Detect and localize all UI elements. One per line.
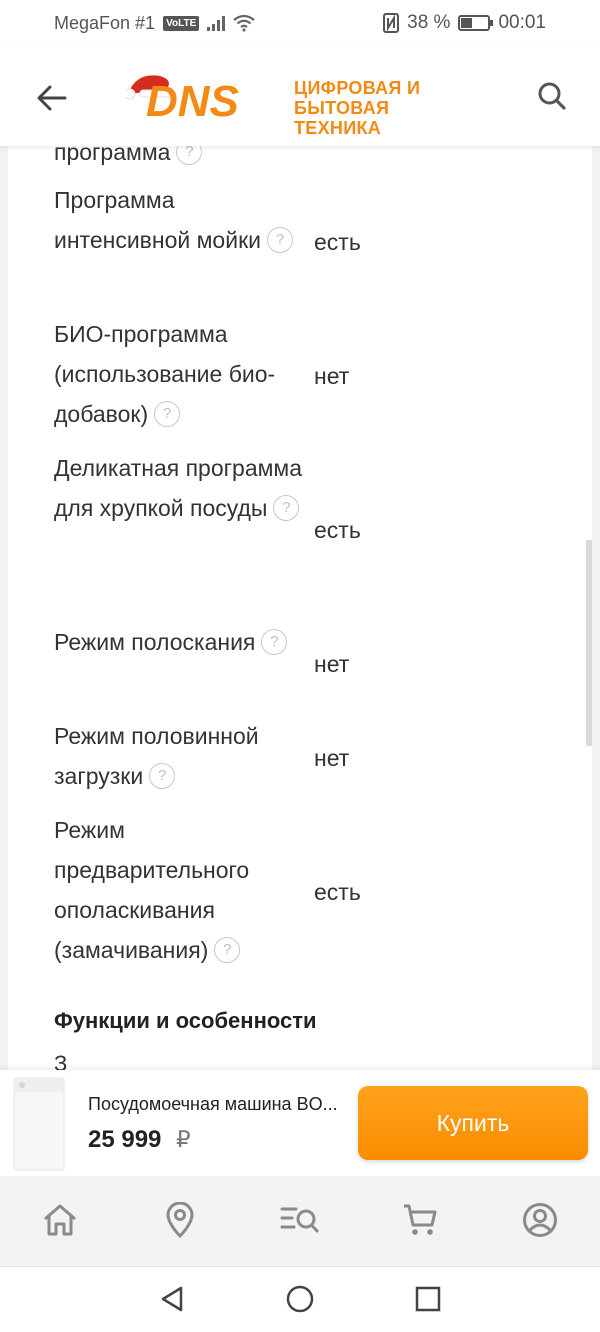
profile-icon (523, 1203, 557, 1237)
spec-value: есть (314, 517, 361, 543)
spec-value: нет (314, 651, 350, 677)
clock: 00:01 (498, 12, 546, 33)
currency-symbol: ₽ (176, 1126, 191, 1152)
home-icon (44, 1204, 76, 1236)
product-name[interactable]: Посудомоечная машина BO... (88, 1094, 352, 1115)
cart-icon (404, 1204, 437, 1235)
nfc-icon (383, 13, 400, 33)
section-next-text: З (54, 1051, 68, 1070)
help-icon[interactable]: ? (261, 628, 288, 655)
back-button[interactable] (30, 76, 74, 120)
product-price: 25 999 (88, 1126, 162, 1153)
spec-name-text: Программа интенсивной мойки (54, 187, 261, 253)
catalog-search-icon (280, 1207, 319, 1233)
search-icon (538, 82, 566, 110)
spec-name: Деликатная программа для хрупкой посуды? (54, 448, 304, 528)
system-back-button[interactable] (156, 1283, 188, 1315)
help-icon[interactable]: ? (154, 400, 181, 427)
system-navigation (0, 1266, 600, 1332)
spec-value: нет (314, 363, 350, 389)
nav-cart[interactable] (400, 1200, 440, 1240)
search-button[interactable] (530, 74, 574, 118)
location-icon (166, 1202, 194, 1238)
spec-value: есть (314, 229, 361, 255)
spec-name: Режим половинной загрузки? (54, 716, 304, 796)
spec-name: Программа интенсивной мойки? (54, 180, 304, 260)
help-icon[interactable]: ? (266, 226, 293, 253)
signal-icon (207, 15, 226, 31)
help-icon[interactable]: ? (149, 762, 176, 789)
nav-shops[interactable] (160, 1200, 200, 1240)
buy-button[interactable]: Купить (358, 1086, 588, 1160)
back-triangle-icon (161, 1286, 183, 1312)
spec-name-text: программа (54, 146, 171, 165)
spec-value: нет (314, 745, 350, 771)
buy-bar: Посудомоечная машина BO... 25 999 ₽ Купи… (0, 1070, 600, 1176)
logo-tagline-line2: БЫТОВАЯ ТЕХНИКА (294, 98, 390, 138)
help-icon[interactable]: ? (214, 936, 241, 963)
system-home-button[interactable] (284, 1283, 316, 1315)
carrier-name: MegaFon #1 (54, 12, 156, 33)
help-icon[interactable]: ? (176, 146, 203, 165)
logo-tagline-line1: ЦИФРОВАЯ И (294, 78, 421, 98)
arrow-left-icon (37, 85, 67, 111)
status-right: 38 % 00:01 (383, 12, 546, 34)
santa-hat-logo-graphic: DNS (126, 75, 239, 124)
status-left: MegaFon #1 VoLTE (54, 13, 255, 34)
nav-profile[interactable] (520, 1200, 560, 1240)
scrollbar-thumb[interactable] (586, 540, 592, 746)
logo-tagline: ЦИФРОВАЯ И БЫТОВАЯ ТЕХНИКА (294, 78, 476, 138)
nav-catalog[interactable] (280, 1200, 320, 1240)
spec-name-text: Режим полоскания (54, 629, 256, 655)
nav-home[interactable] (40, 1200, 80, 1240)
product-thumbnail[interactable] (12, 1074, 66, 1172)
dns-logo[interactable]: DNS ЦИФРОВАЯ И БЫТОВАЯ ТЕХНИКА (126, 68, 476, 138)
status-bar: MegaFon #1 VoLTE 38 % 00:01 (0, 0, 600, 46)
spec-name: Режим предварительного ополаскивания (за… (54, 810, 304, 970)
spec-value: есть (314, 879, 361, 905)
section-title: Функции и особенности (54, 1008, 317, 1033)
home-circle-icon (286, 1285, 314, 1313)
bottom-navigation (0, 1176, 600, 1266)
spec-name: Режим полоскания? (54, 622, 304, 662)
logo-dns-text: DNS (146, 77, 239, 124)
spec-name-text: Деликатная программа для хрупкой посуды (54, 455, 303, 521)
wifi-icon (233, 14, 255, 32)
battery-percent: 38 % (407, 12, 451, 33)
system-recents-button[interactable] (412, 1283, 444, 1315)
volte-badge: VoLTE (163, 15, 200, 31)
app-header: DNS ЦИФРОВАЯ И БЫТОВАЯ ТЕХНИКА (0, 46, 600, 146)
recents-square-icon (415, 1286, 441, 1312)
specs-content: программа? Программа интенсивной мойки? … (8, 146, 592, 1070)
help-icon[interactable]: ? (273, 494, 300, 521)
battery-icon (458, 15, 494, 31)
spec-name: БИО-программа (использование био-добавок… (54, 314, 304, 434)
spec-name: программа? (54, 146, 304, 172)
